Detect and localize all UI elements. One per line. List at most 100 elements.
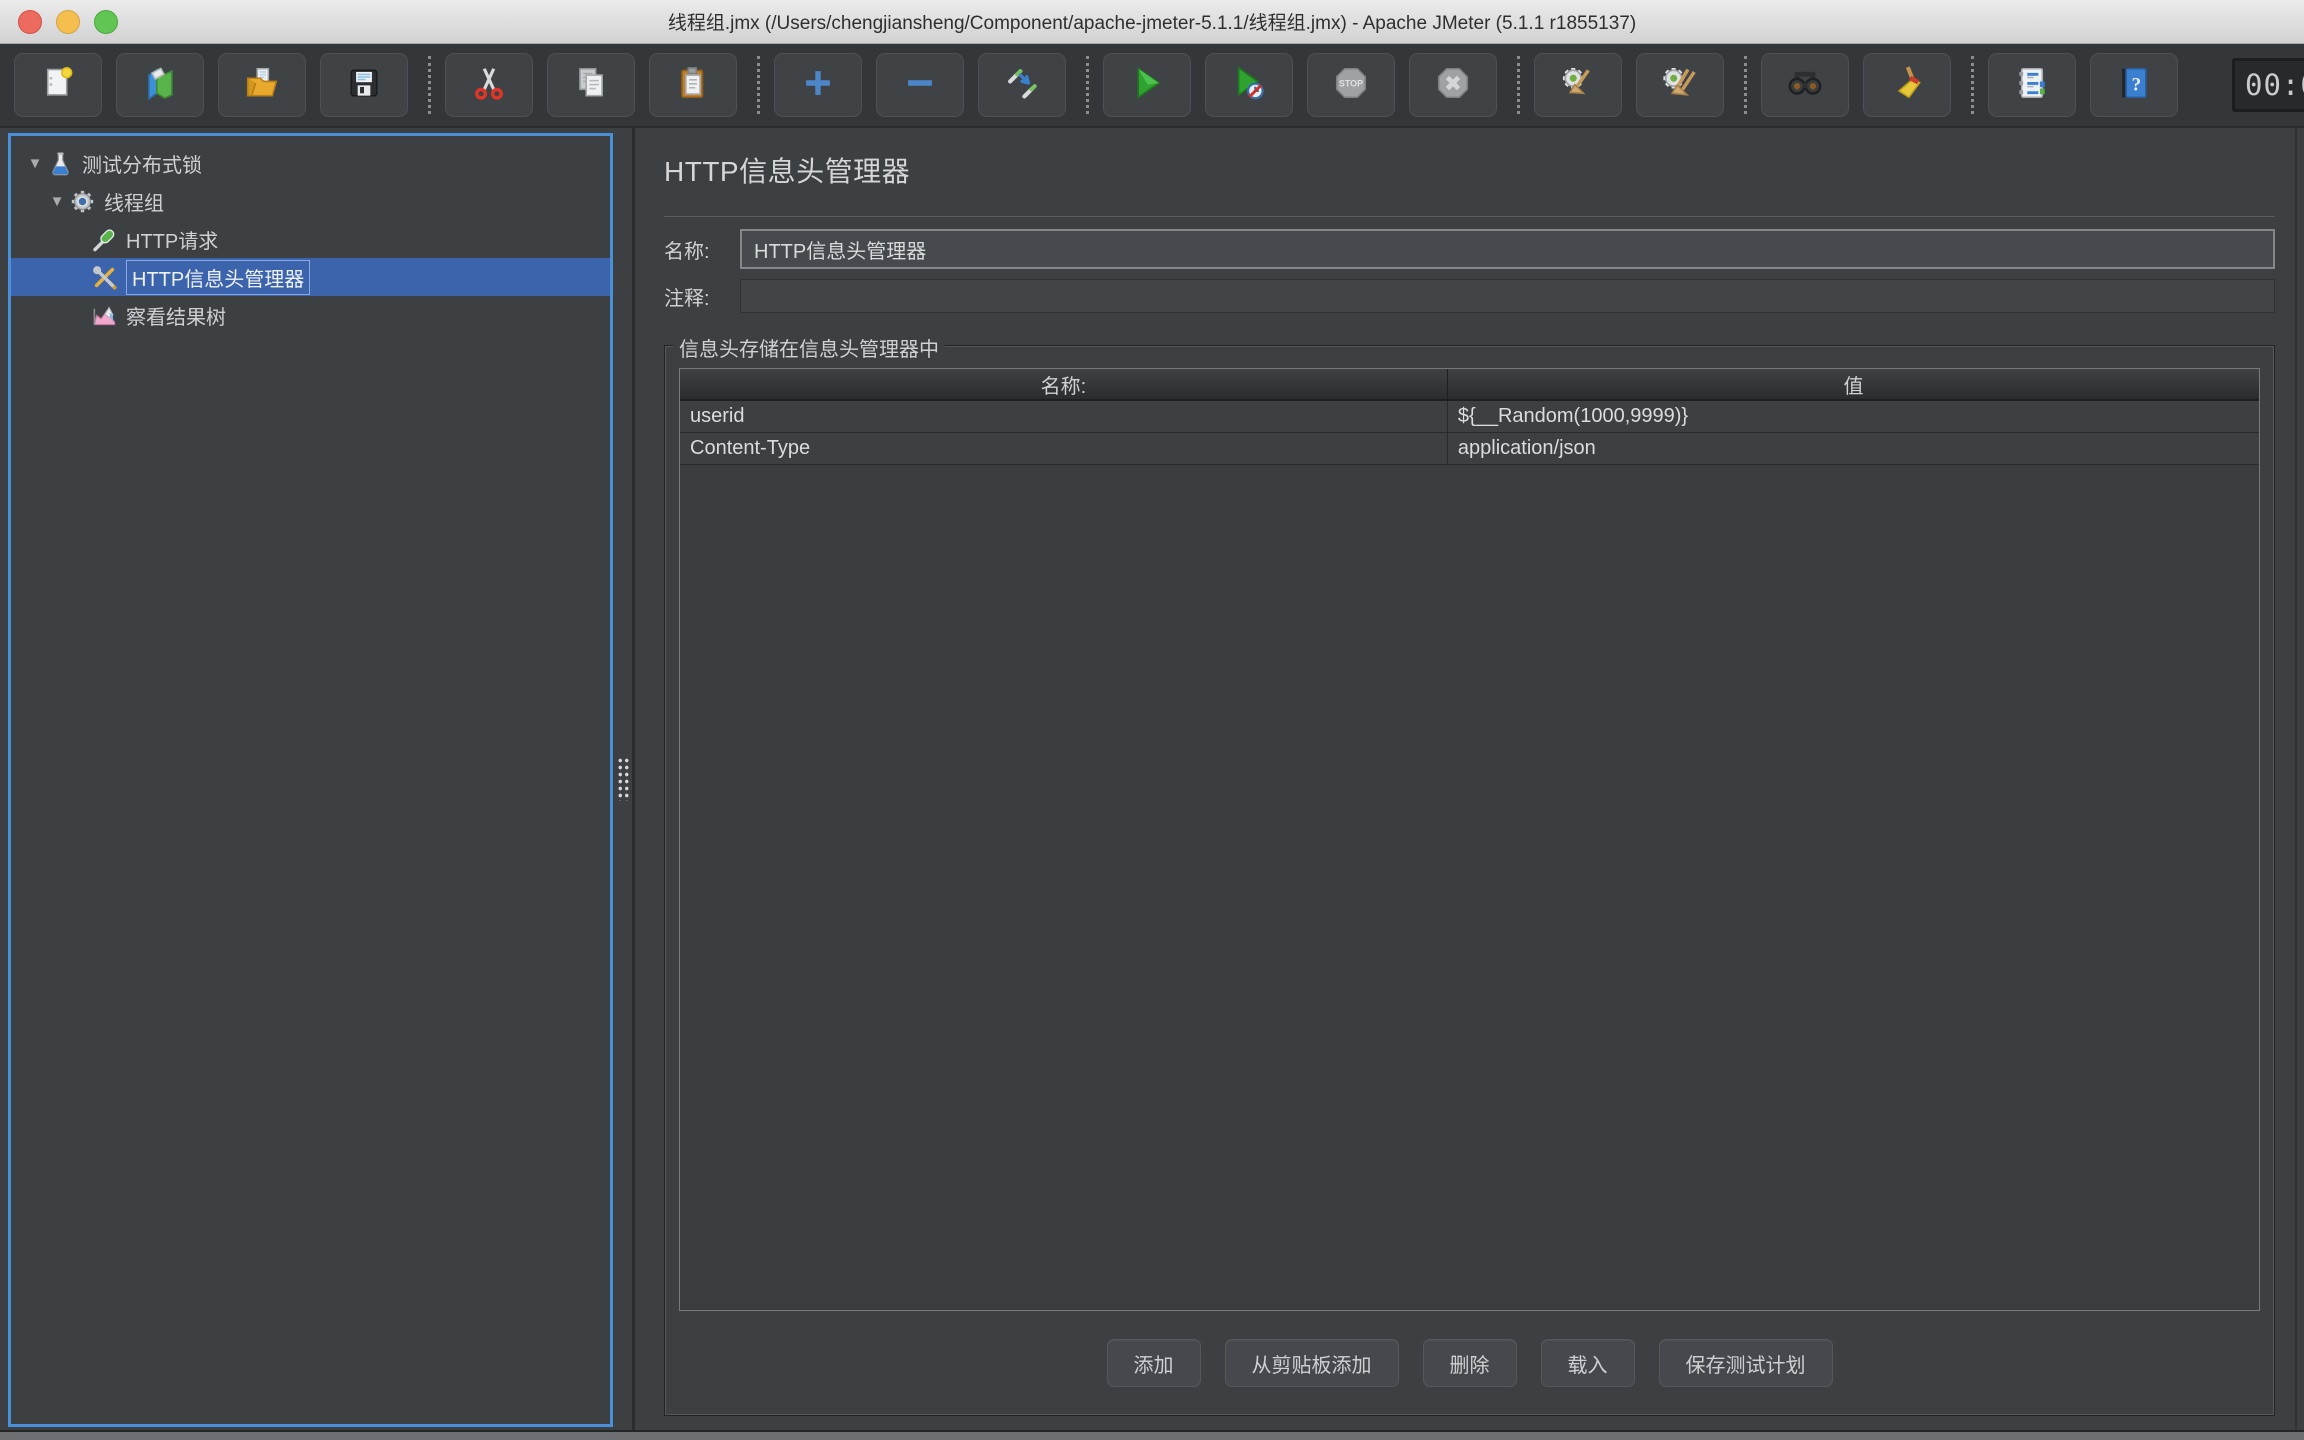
stop-icon: STOP (1332, 64, 1370, 107)
cut-scissors-icon (470, 64, 508, 107)
open-button[interactable] (218, 53, 306, 117)
svg-text:STOP: STOP (1339, 78, 1363, 88)
reset-search-button[interactable] (1863, 53, 1951, 117)
paste-button[interactable] (649, 53, 737, 117)
toolbar-separator (1517, 56, 1520, 114)
load-button[interactable]: 载入 (1541, 1339, 1635, 1387)
name-row: 名称: (664, 229, 2275, 269)
shutdown-button[interactable] (1409, 53, 1497, 117)
toolbar-separator (428, 56, 431, 114)
expand-triangle-icon[interactable]: ▼ (45, 193, 69, 210)
tree-item-label: HTTP信息头管理器 (126, 260, 310, 295)
view-results-tree-icon (91, 302, 118, 329)
tree-item-thread-group[interactable]: ▼ 线程组 (11, 182, 610, 220)
delete-row-button[interactable]: 删除 (1423, 1339, 1517, 1387)
zoom-button[interactable] (94, 10, 118, 34)
thread-group-icon (69, 188, 96, 215)
toolbar: STOP (0, 44, 2304, 128)
tree-item-label: 察看结果树 (126, 301, 226, 330)
add-row-button[interactable]: 添加 (1107, 1339, 1201, 1387)
window-title: 线程组.jmx (/Users/chengjiansheng/Component… (0, 8, 2304, 35)
page-title: HTTP信息头管理器 (664, 150, 2275, 190)
header-name-cell[interactable]: Content-Type (680, 432, 1447, 464)
toolbar-separator (1744, 56, 1747, 114)
save-test-plan-button[interactable]: 保存测试计划 (1659, 1339, 1833, 1387)
splitter-grip-icon[interactable] (617, 757, 630, 801)
start-no-timers-button[interactable] (1205, 53, 1293, 117)
search-button[interactable] (1761, 53, 1849, 117)
start-no-timers-icon (1230, 64, 1268, 107)
tree-item-http-request[interactable]: HTTP请求 (11, 220, 610, 258)
toggle-icon (1003, 64, 1041, 107)
panel-splitter[interactable] (613, 128, 635, 1430)
header-manager-icon (91, 264, 118, 291)
http-request-icon (91, 226, 118, 253)
toolbar-separator (1971, 56, 1974, 114)
paste-clipboard-icon (674, 64, 712, 107)
cut-button[interactable] (445, 53, 533, 117)
minimize-button[interactable] (56, 10, 80, 34)
function-helper-button[interactable] (1988, 53, 2076, 117)
header-value-cell[interactable]: application/json (1447, 432, 2259, 464)
clear-gear-broom-icon (1559, 64, 1597, 107)
table-actions: 添加 从剪贴板添加 删除 载入 保存测试计划 (679, 1311, 2260, 1415)
header-value-cell[interactable]: ${__Random(1000,9999)} (1447, 400, 2259, 432)
shutdown-icon (1434, 64, 1472, 107)
expand-triangle-icon[interactable]: ▼ (23, 155, 47, 172)
stop-button[interactable]: STOP (1307, 53, 1395, 117)
new-button[interactable] (14, 53, 102, 117)
tree-item-view-results-tree[interactable]: 察看结果树 (11, 296, 610, 334)
headers-groupbox-title: 信息头存储在信息头管理器中 (673, 333, 945, 362)
window-bottom-edge (0, 1430, 2304, 1440)
remove-button[interactable] (876, 53, 964, 117)
toolbar-separator (1086, 56, 1089, 114)
templates-button[interactable] (116, 53, 204, 117)
save-button[interactable] (320, 53, 408, 117)
tree-item-label: 线程组 (104, 187, 164, 216)
clear-button[interactable] (1534, 53, 1622, 117)
plus-icon (799, 64, 837, 107)
table-row: Content-Type application/json (680, 432, 2259, 464)
headers-table-scrollpane: 名称: 值 userid ${__Random(1000,9999)} Cont… (679, 368, 2260, 1311)
content-area: ▼ 测试分布式锁 ▼ 线程组 (0, 128, 2304, 1430)
comment-row: 注释: (664, 279, 2275, 313)
test-duration-timer: 00:00 (2232, 58, 2304, 112)
help-book-icon: ? (2115, 64, 2153, 107)
close-button[interactable] (18, 10, 42, 34)
minus-icon (901, 64, 939, 107)
reset-search-broom-icon (1888, 64, 1926, 107)
new-file-icon (39, 64, 77, 107)
clear-all-icon (1661, 64, 1699, 107)
function-helper-icon (2013, 64, 2051, 107)
header-manager-panel: HTTP信息头管理器 名称: 注释: 信息头存储在信息头管理器中 (636, 128, 2297, 1430)
jmeter-window: 线程组.jmx (/Users/chengjiansheng/Component… (0, 0, 2304, 1440)
column-header-value[interactable]: 值 (1447, 369, 2259, 400)
tree-item-label: HTTP请求 (126, 225, 218, 254)
column-header-name[interactable]: 名称: (680, 369, 1447, 400)
templates-icon (141, 64, 179, 107)
test-plan-tree: ▼ 测试分布式锁 ▼ 线程组 (8, 133, 613, 1427)
add-from-clipboard-button[interactable]: 从剪贴板添加 (1225, 1339, 1399, 1387)
name-label: 名称: (664, 235, 740, 264)
clear-all-button[interactable] (1636, 53, 1724, 117)
name-comment-fields: 名称: 注释: (664, 216, 2275, 323)
toolbar-separator (757, 56, 760, 114)
name-input[interactable] (740, 229, 2275, 269)
copy-icon (572, 64, 610, 107)
traffic-lights (18, 10, 118, 34)
open-folder-icon (243, 64, 281, 107)
tree-item-test-plan[interactable]: ▼ 测试分布式锁 (11, 144, 610, 182)
svg-text:?: ? (2132, 74, 2142, 95)
comment-input[interactable] (740, 279, 2275, 313)
start-button[interactable] (1103, 53, 1191, 117)
tree-item-http-header-manager[interactable]: HTTP信息头管理器 (11, 258, 610, 296)
titlebar: 线程组.jmx (/Users/chengjiansheng/Component… (0, 0, 2304, 44)
table-row: userid ${__Random(1000,9999)} (680, 400, 2259, 432)
save-floppy-icon (345, 64, 383, 107)
add-button[interactable] (774, 53, 862, 117)
tree-item-label: 测试分布式锁 (82, 149, 202, 178)
copy-button[interactable] (547, 53, 635, 117)
header-name-cell[interactable]: userid (680, 400, 1447, 432)
help-button[interactable]: ? (2090, 53, 2178, 117)
toggle-button[interactable] (978, 53, 1066, 117)
